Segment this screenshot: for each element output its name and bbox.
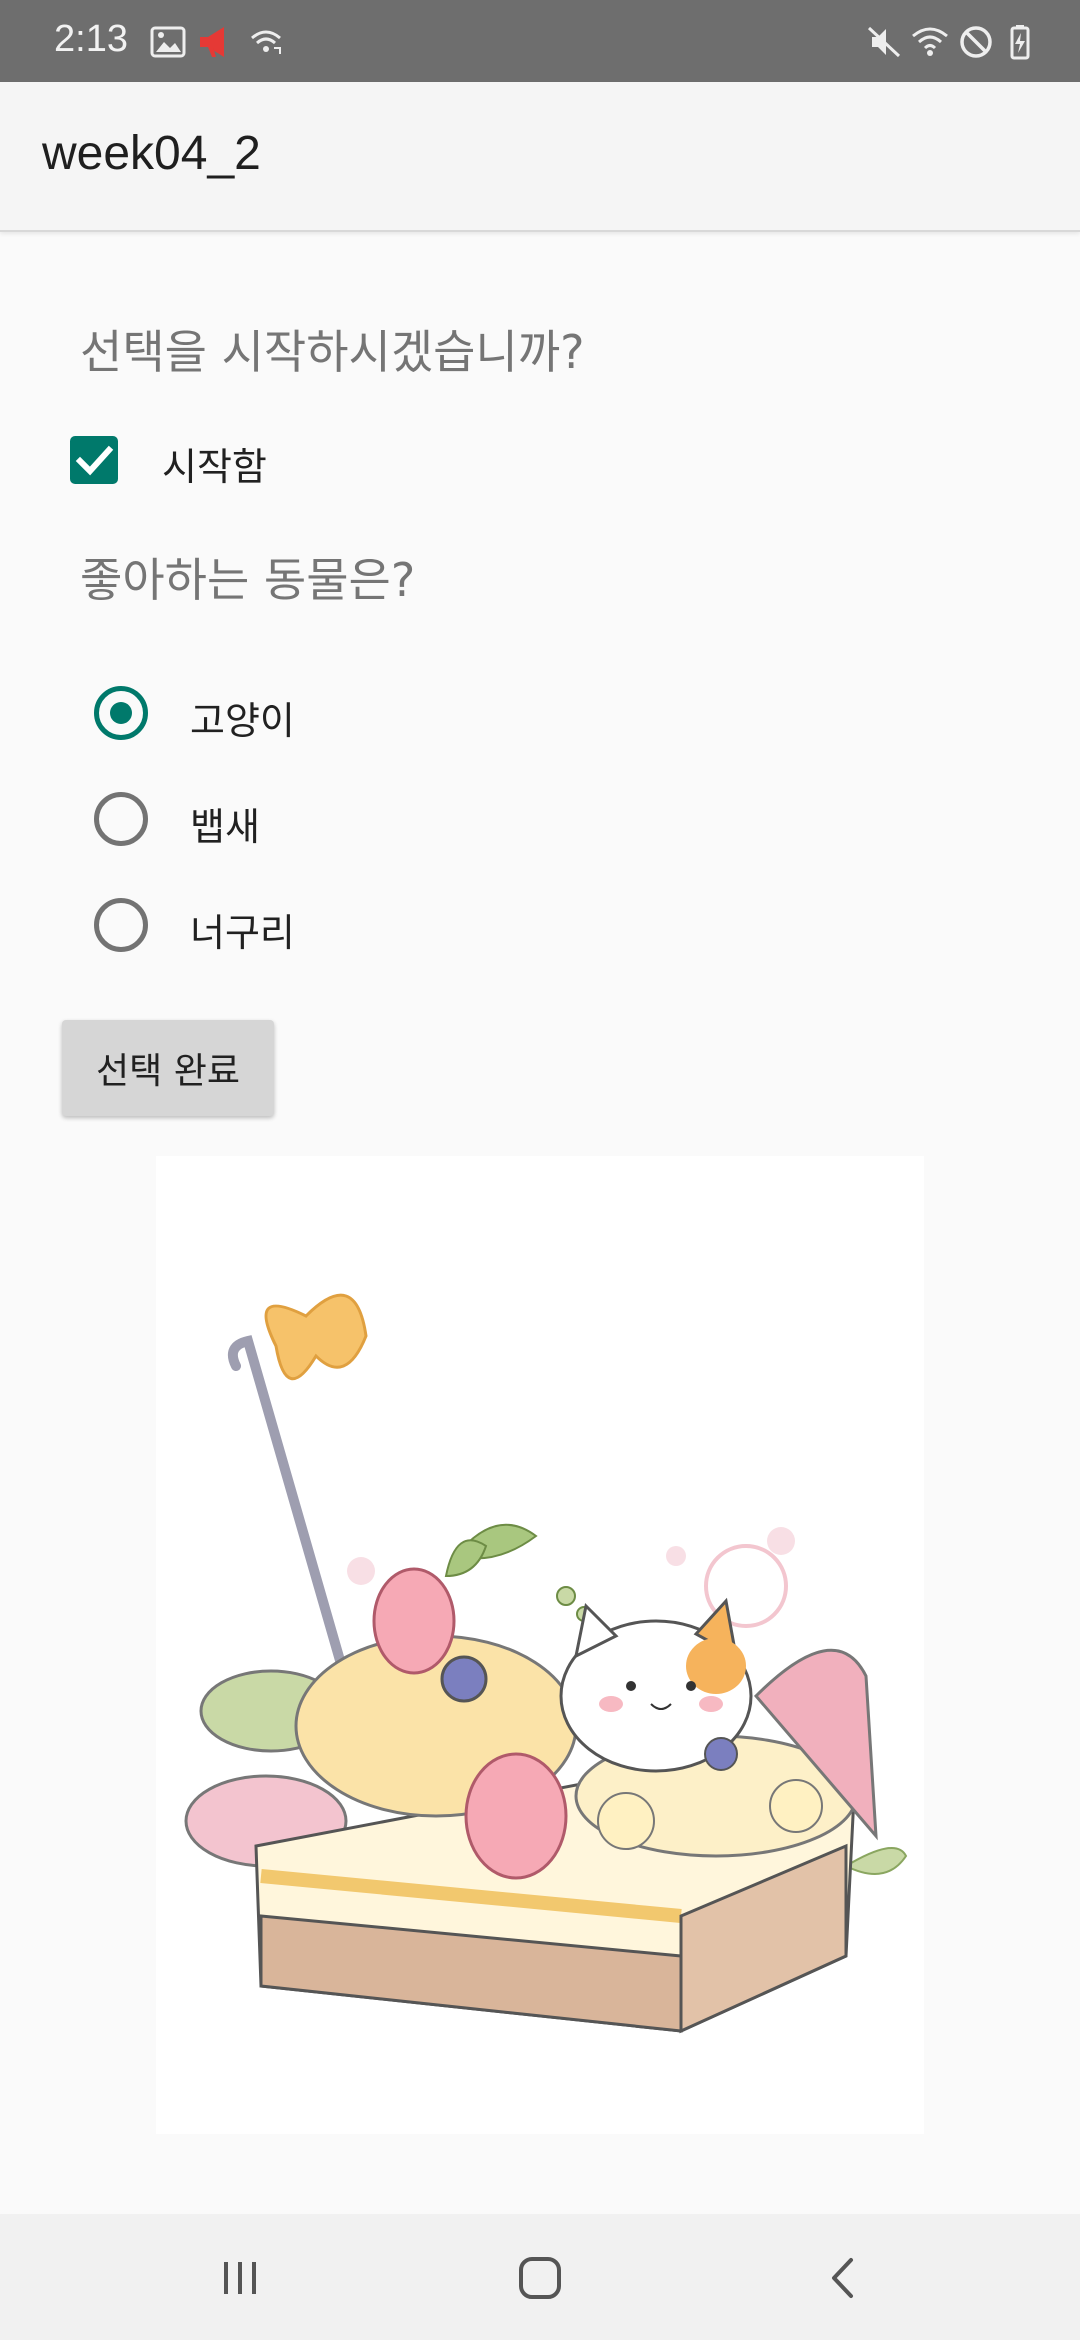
recent-apps-icon[interactable] bbox=[210, 2248, 270, 2308]
navigation-bar bbox=[0, 2214, 1080, 2340]
radio-label: 고양이 bbox=[190, 699, 295, 743]
radio-unchecked-icon[interactable] bbox=[94, 898, 148, 952]
radio-unchecked-icon[interactable] bbox=[94, 792, 148, 846]
battery-charging-icon bbox=[1010, 25, 1030, 60]
mute-icon bbox=[867, 26, 901, 58]
cat-cake-image bbox=[156, 1156, 924, 2134]
radio-label: 뱁새 bbox=[190, 805, 260, 849]
image-icon bbox=[150, 26, 186, 58]
radio-label: 너구리 bbox=[190, 911, 295, 955]
wifi-icon bbox=[912, 27, 948, 56]
radio-checked-icon[interactable] bbox=[94, 686, 148, 740]
wifi-calling-icon bbox=[251, 30, 281, 54]
do-not-disturb-icon bbox=[960, 26, 992, 58]
back-icon[interactable] bbox=[814, 2248, 874, 2308]
app-bar: week04_2 bbox=[0, 82, 1080, 232]
home-icon[interactable] bbox=[510, 2248, 570, 2308]
done-button[interactable]: 선택 완료 bbox=[62, 1020, 274, 1116]
checkbox-label: 시작함 bbox=[162, 445, 267, 489]
start-question: 선택을 시작하시겠습니까? bbox=[80, 325, 585, 379]
status-bar: 2:13 bbox=[0, 0, 1080, 82]
app-title: week04_2 bbox=[42, 127, 261, 180]
status-time: 2:13 bbox=[54, 18, 128, 60]
checkbox-checked-icon[interactable] bbox=[70, 436, 118, 484]
megaphone-icon bbox=[200, 27, 224, 57]
animal-question: 좋아하는 동물은? bbox=[80, 553, 416, 607]
